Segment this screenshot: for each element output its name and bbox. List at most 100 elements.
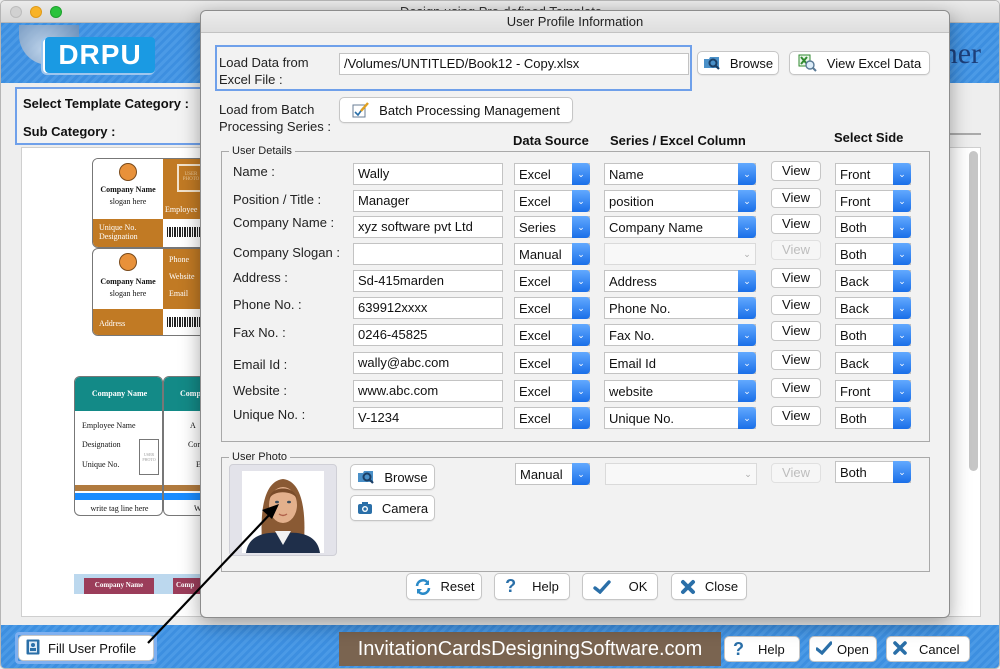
data-source-select[interactable]: Series ⌄ <box>514 216 590 238</box>
excel-browse-button[interactable]: Browse <box>697 51 779 75</box>
field-value-input[interactable] <box>353 243 503 265</box>
reset-icon <box>414 578 432 595</box>
company-logo-icon <box>119 253 137 271</box>
photo-view-button[interactable]: View <box>771 463 821 483</box>
excel-column-select[interactable]: Address ⌄ <box>604 270 756 292</box>
photo-column-select[interactable]: ⌄ <box>605 463 757 485</box>
card-unique: Unique No. <box>99 223 137 232</box>
view-button[interactable]: View <box>771 268 821 288</box>
select-side-select[interactable]: Front ⌄ <box>835 163 911 185</box>
photo-source-value: Manual <box>520 467 563 482</box>
excel-column-select[interactable]: Phone No. ⌄ <box>604 297 756 319</box>
batch-processing-label: Batch Processing Management <box>379 102 560 118</box>
drpu-logo: DRPU <box>11 25 191 83</box>
data-source-select[interactable]: Excel ⌄ <box>514 163 590 185</box>
data-source-select[interactable]: Excel ⌄ <box>514 270 590 292</box>
field-label: Phone No. : <box>233 297 302 312</box>
data-source-select[interactable]: Excel ⌄ <box>514 380 590 402</box>
excel-column-select[interactable]: Company Name ⌄ <box>604 216 756 238</box>
excel-path-input[interactable]: /Volumes/UNTITLED/Book12 - Copy.xlsx <box>339 53 689 75</box>
view-button[interactable]: View <box>771 240 821 260</box>
chevron-down-icon: ⌄ <box>572 243 590 265</box>
view-button[interactable]: View <box>771 321 821 341</box>
data-source-select[interactable]: Excel ⌄ <box>514 297 590 319</box>
data-source-select[interactable]: Manual ⌄ <box>514 243 590 265</box>
data-source-select[interactable]: Excel ⌄ <box>514 407 590 429</box>
select-side-select[interactable]: Front ⌄ <box>835 380 911 402</box>
field-value-input[interactable]: Wally <box>353 163 503 185</box>
field-value-input[interactable]: xyz software pvt Ltd <box>353 216 503 238</box>
data-source-select[interactable]: Excel ⌄ <box>514 190 590 212</box>
excel-column-select[interactable]: Name ⌄ <box>604 163 756 185</box>
dialog-help-button[interactable]: ? Help <box>494 573 570 600</box>
view-button[interactable]: View <box>771 295 821 315</box>
open-button[interactable]: Open <box>809 636 877 662</box>
photo-source-select[interactable]: Manual ⌄ <box>515 463 590 485</box>
template-category-label: Select Template Category : <box>23 96 189 111</box>
select-side-value: Front <box>840 384 871 399</box>
chevron-down-icon: ⌄ <box>572 270 590 292</box>
excel-column-select[interactable]: position ⌄ <box>604 190 756 212</box>
select-side-select[interactable]: Back ⌄ <box>835 297 911 319</box>
chevron-down-icon: ⌄ <box>572 324 590 346</box>
ok-button[interactable]: OK <box>582 573 658 600</box>
photo-side-value: Both <box>840 465 867 480</box>
card-tagline: write tag line here <box>90 504 149 513</box>
field-value-input[interactable]: www.abc.com <box>353 380 503 402</box>
view-button[interactable]: View <box>771 188 821 208</box>
photo-browse-button[interactable]: Browse <box>350 464 435 490</box>
view-button[interactable]: View <box>771 350 821 370</box>
reset-button[interactable]: Reset <box>406 573 482 600</box>
select-side-select[interactable]: Front ⌄ <box>835 190 911 212</box>
user-photo-title: User Photo <box>229 451 291 463</box>
select-side-select[interactable]: Both ⌄ <box>835 407 911 429</box>
field-label: Fax No. : <box>233 325 286 340</box>
camera-button[interactable]: Camera <box>350 495 435 521</box>
field-value-input[interactable]: 0246-45825 <box>353 324 503 346</box>
select-side-select[interactable]: Back ⌄ <box>835 352 911 374</box>
select-side-select[interactable]: Back ⌄ <box>835 270 911 292</box>
select-side-select[interactable]: Both ⌄ <box>835 243 911 265</box>
chevron-down-icon: ⌄ <box>572 163 590 185</box>
help-icon: ? <box>505 576 517 596</box>
vertical-scrollbar[interactable] <box>969 151 978 471</box>
main-help-button[interactable]: ? Help <box>724 636 800 662</box>
field-value-input[interactable]: Manager <box>353 190 503 212</box>
excel-column-select[interactable]: ⌄ <box>604 243 756 265</box>
chevron-down-icon: ⌄ <box>572 380 590 402</box>
excel-column-select[interactable]: Unique No. ⌄ <box>604 407 756 429</box>
user-photo <box>242 471 324 553</box>
excel-column-select[interactable]: Email Id ⌄ <box>604 352 756 374</box>
card-company-name: Company Name <box>100 277 156 286</box>
select-side-select[interactable]: Both ⌄ <box>835 324 911 346</box>
template-card[interactable]: Company Name Employee Name Designation U… <box>74 376 163 516</box>
view-excel-data-button[interactable]: View Excel Data <box>789 51 930 75</box>
cancel-button[interactable]: Cancel <box>886 636 970 662</box>
template-card[interactable]: Company Name <box>74 574 163 594</box>
excel-column-select[interactable]: Fax No. ⌄ <box>604 324 756 346</box>
photo-side-select[interactable]: Both ⌄ <box>835 461 911 483</box>
fill-user-profile-button[interactable]: Fill User Profile <box>18 635 154 661</box>
field-value-input[interactable]: V-1234 <box>353 407 503 429</box>
excel-column-select[interactable]: website ⌄ <box>604 380 756 402</box>
field-label: Email Id : <box>233 357 288 372</box>
view-button[interactable]: View <box>771 378 821 398</box>
templates-list[interactable]: Company Name slogan here USER PHOTO Empl… <box>21 147 223 617</box>
view-button[interactable]: View <box>771 161 821 181</box>
data-source-select[interactable]: Excel ⌄ <box>514 352 590 374</box>
card-field: A <box>190 421 196 430</box>
field-value-input[interactable]: Sd-415marden <box>353 270 503 292</box>
field-value-input[interactable]: 639912xxxx <box>353 297 503 319</box>
select-side-value: Both <box>840 220 867 235</box>
chevron-down-icon: ⌄ <box>893 297 911 319</box>
select-side-select[interactable]: Both ⌄ <box>835 216 911 238</box>
view-button[interactable]: View <box>771 406 821 426</box>
field-value-input[interactable]: wally@abc.com <box>353 352 503 374</box>
close-button[interactable]: Close <box>671 573 747 600</box>
batch-processing-button[interactable]: Batch Processing Management <box>339 97 573 123</box>
data-source-select[interactable]: Excel ⌄ <box>514 324 590 346</box>
chevron-down-icon: ⌄ <box>738 190 756 212</box>
view-button[interactable]: View <box>771 214 821 234</box>
chevron-down-icon: ⌄ <box>572 216 590 238</box>
field-label: Company Name : <box>233 215 335 230</box>
